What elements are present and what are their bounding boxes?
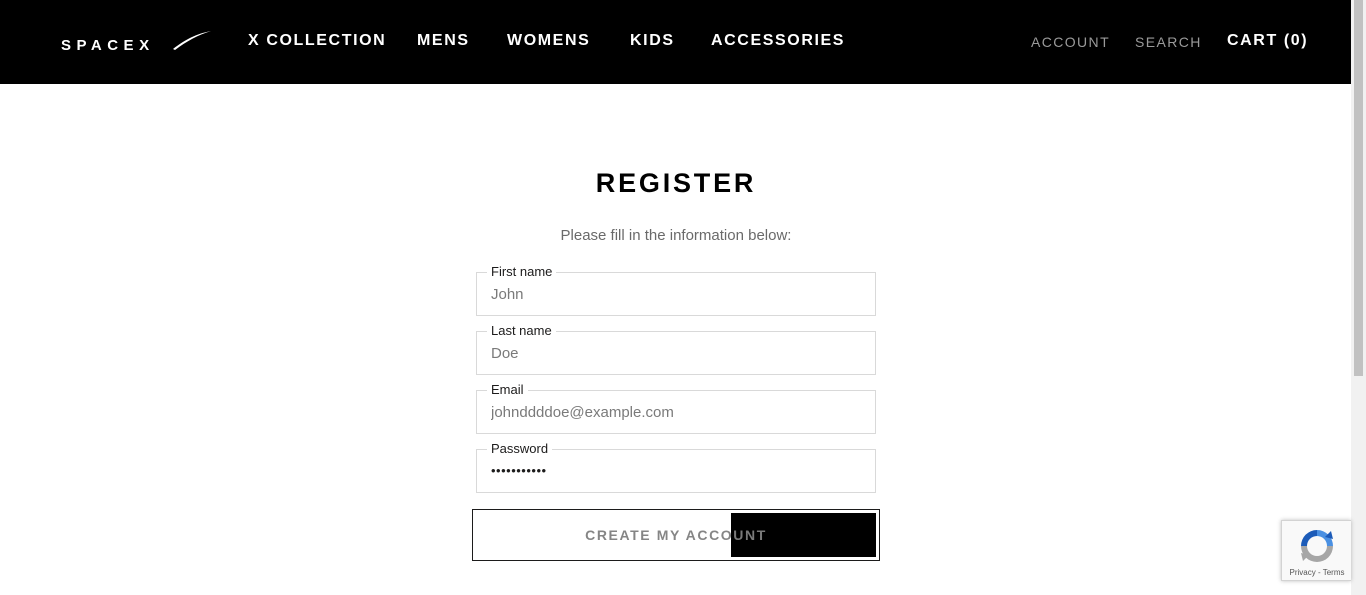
- nav-x-collection[interactable]: X COLLECTION: [248, 31, 386, 51]
- search-link[interactable]: SEARCH: [1135, 32, 1202, 52]
- recaptcha-links: Privacy - Terms: [1282, 568, 1352, 578]
- first-name-field[interactable]: First name John: [476, 264, 876, 316]
- email-label: Email: [487, 382, 528, 398]
- last-name-field[interactable]: Last name Doe: [476, 323, 876, 375]
- first-name-label: First name: [487, 264, 557, 280]
- spacex-logo[interactable]: SPACEX: [61, 29, 211, 53]
- create-account-label: CREATE MY ACCOUNT: [585, 527, 767, 543]
- site-header: SPACEX X COLLECTION MENS WOMENS KIDS ACC…: [0, 0, 1351, 84]
- nav-mens[interactable]: MENS: [417, 31, 470, 51]
- recaptcha-icon: [1301, 530, 1333, 562]
- recaptcha-terms-link[interactable]: Terms: [1323, 568, 1345, 577]
- nav-kids[interactable]: KIDS: [630, 31, 675, 51]
- password-label: Password: [487, 441, 553, 457]
- email-field[interactable]: Email johnddddoe@example.com: [476, 382, 876, 434]
- last-name-label: Last name: [487, 323, 556, 339]
- nav-accessories[interactable]: ACCESSORIES: [711, 31, 845, 51]
- last-name-input[interactable]: Doe: [491, 344, 861, 364]
- page-title: REGISTER: [595, 168, 757, 198]
- first-name-input[interactable]: John: [491, 285, 861, 305]
- nav-womens[interactable]: WOMENS: [507, 31, 590, 51]
- recaptcha-badge[interactable]: Privacy - Terms: [1281, 520, 1351, 581]
- svg-text:SPACEX: SPACEX: [61, 37, 155, 53]
- cart-link[interactable]: CART (0): [1227, 31, 1308, 51]
- recaptcha-separator: -: [1315, 568, 1323, 577]
- scrollbar-thumb[interactable]: [1354, 0, 1363, 376]
- password-field[interactable]: Password •••••••••••: [476, 441, 876, 493]
- email-input[interactable]: johnddddoe@example.com: [491, 403, 861, 423]
- create-account-button[interactable]: CREATE MY ACCOUNT: [472, 509, 880, 561]
- recaptcha-privacy-link[interactable]: Privacy: [1290, 568, 1316, 577]
- account-link[interactable]: ACCOUNT: [1031, 32, 1110, 52]
- form-subtitle: Please fill in the information below:: [560, 227, 792, 244]
- password-input[interactable]: •••••••••••: [491, 461, 861, 481]
